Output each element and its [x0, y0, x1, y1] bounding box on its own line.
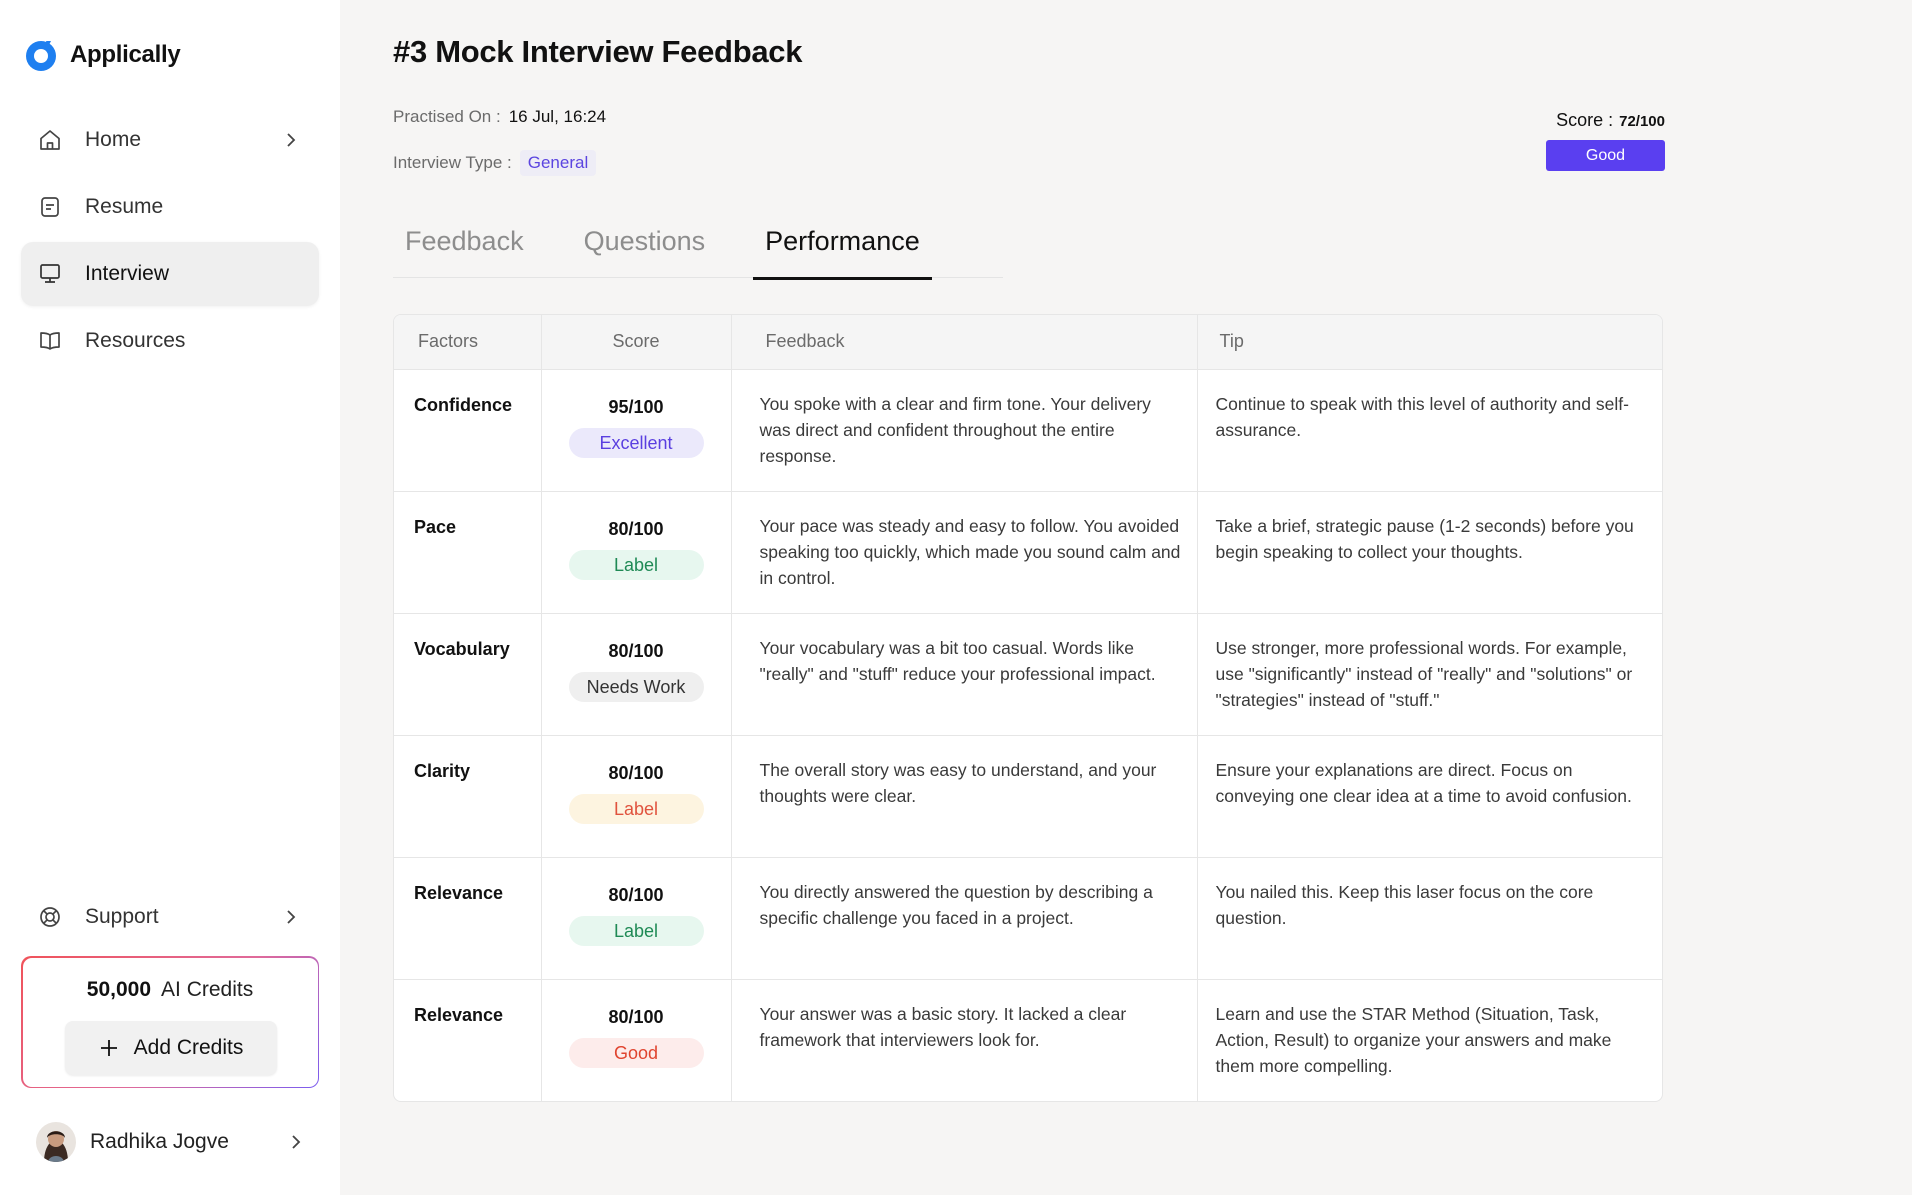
document-icon: [37, 194, 63, 220]
tab-questions[interactable]: Questions: [572, 226, 718, 278]
book-icon: [37, 328, 63, 354]
factor-cell: Clarity: [394, 735, 542, 858]
score-cell: 80/100 Label: [541, 491, 732, 614]
sidebar-item-resume[interactable]: Resume: [21, 175, 319, 239]
feedback-cell: You spoke with a clear and firm tone. Yo…: [731, 369, 1198, 492]
table-header-row: Factors Score Feedback Tip: [394, 315, 1662, 370]
plus-icon: [100, 1039, 117, 1056]
factor-cell: Confidence: [394, 369, 542, 492]
applically-logo-icon: [26, 41, 56, 71]
factor-score: 80/100: [608, 762, 664, 783]
factor-label-badge: Label: [568, 549, 704, 580]
tab-feedback[interactable]: Feedback: [393, 226, 536, 278]
sidebar-item-support[interactable]: Support: [21, 885, 319, 949]
main-content: #3 Mock Interview Feedback Practised On …: [340, 0, 1912, 1195]
tip-cell: Learn and use the STAR Method (Situation…: [1215, 1003, 1612, 1076]
interview-type-chip: General: [519, 150, 597, 176]
avatar: [36, 1122, 76, 1162]
table-row: Relevance 80/100 Good Your answer was a bas…: [394, 979, 1662, 1101]
factor-label-badge: Good: [568, 1037, 704, 1068]
table-row: Confidence 95/100 Excellent You spoke with …: [394, 369, 1662, 492]
overall-score: Score : 72/100 Good: [1546, 110, 1665, 171]
factor-cell: Pace: [394, 491, 542, 614]
factor-score: 80/100: [608, 518, 664, 539]
factor-label-badge: Excellent: [568, 427, 704, 458]
app-logo[interactable]: Applically: [24, 38, 181, 72]
factor-cell: Vocabulary: [394, 613, 542, 736]
tip-cell: Continue to speak with this level of aut…: [1197, 369, 1662, 492]
column-header-feedback: Feedback: [731, 315, 1198, 370]
monitor-icon: [37, 261, 63, 287]
factor-score: 95/100: [608, 396, 664, 417]
sidebar-nav: Home Resume Interview Resources: [21, 108, 319, 376]
sidebar: Applically Home Resume Interview Resourc…: [0, 0, 340, 1195]
credits-amount: 50,000: [86, 977, 152, 1001]
tip-cell: Use stronger, more professional words. F…: [1197, 613, 1662, 736]
add-credits-button[interactable]: Add Credits: [64, 1020, 277, 1075]
sidebar-item-label: Interview: [85, 262, 170, 285]
credits-label: AI Credits: [161, 977, 254, 1001]
sidebar-item-label: Resume: [85, 195, 164, 218]
score-label: Score :: [1556, 110, 1614, 130]
chevron-right-icon: [287, 133, 296, 147]
add-credits-label: Add Credits: [133, 1035, 244, 1059]
score-cell: 80/100 Good: [541, 979, 732, 1101]
sidebar-item-label: Home: [85, 128, 142, 151]
support-label: Support: [85, 905, 159, 928]
tip-cell: Take a brief, strategic pause (1-2 secon…: [1197, 491, 1662, 614]
sidebar-item-home[interactable]: Home: [21, 108, 319, 172]
home-icon: [37, 127, 63, 153]
score-cell: 95/100 Excellent: [541, 369, 732, 492]
feedback-cell: Your vocabulary was a bit too casual. Wo…: [731, 613, 1198, 736]
feedback-cell: Your answer was a basic story. It lacked…: [731, 979, 1198, 1101]
practised-on-value: 16 Jul, 16:24: [508, 107, 607, 126]
feedback-cell: The overall story was easy to understand…: [731, 735, 1198, 858]
table-row: Pace 80/100 Label Your pace was steady and …: [394, 491, 1662, 614]
tab-performance[interactable]: Performance: [753, 226, 932, 280]
score-cell: 80/100 Label: [541, 735, 732, 858]
factor-label-badge: Label: [568, 793, 704, 824]
factor-label-badge: Needs Work: [568, 671, 704, 702]
sidebar-item-resources[interactable]: Resources: [21, 309, 319, 373]
app-name: Applically: [70, 41, 181, 68]
factor-cell: Relevance: [394, 857, 542, 980]
feedback-cell: You directly answered the question by de…: [731, 857, 1198, 980]
table-row: Clarity 80/100 Label The overall story was …: [394, 735, 1662, 858]
interview-type-label: Interview Type :: [393, 153, 512, 172]
score-line: Score : 72/100: [1546, 110, 1665, 131]
score-badge: Good: [1546, 140, 1665, 171]
feedback-cell: Your pace was steady and easy to follow.…: [731, 491, 1198, 614]
page-title: #3 Mock Interview Feedback: [393, 34, 803, 69]
chevron-right-icon: [287, 910, 296, 924]
factor-label-badge: Label: [568, 915, 704, 946]
factor-score: 80/100: [608, 884, 664, 905]
factor-score: 80/100: [608, 640, 664, 661]
sidebar-item-label: Resources: [85, 329, 186, 352]
table-body: Confidence 95/100 Excellent You spoke with …: [394, 369, 1662, 1101]
score-cell: 80/100 Needs Work: [541, 613, 732, 736]
factor-cell: Relevance: [394, 979, 542, 1101]
score-value: 72/100: [1619, 113, 1665, 130]
column-header-score: Score: [541, 315, 732, 370]
column-header-factors: Factors: [394, 315, 542, 370]
performance-table: Factors Score Feedback Tip Confidence 95/…: [393, 314, 1663, 1102]
sidebar-item-interview[interactable]: Interview: [21, 242, 319, 306]
chevron-right-icon: [292, 1135, 301, 1149]
table-row: Vocabulary 80/100 Needs Work Your vocabular…: [394, 613, 1662, 736]
credits-summary: 50,000 AI Credits: [23, 978, 318, 1002]
tip-cell: You nailed this. Keep this laser focus o…: [1197, 857, 1662, 980]
practised-on-label: Practised On :: [393, 107, 501, 126]
factor-score: 80/100: [608, 1006, 664, 1027]
user-profile[interactable]: Radhika Jogve: [36, 1120, 306, 1164]
tip-cell: Ensure your explanations are direct. Foc…: [1197, 735, 1662, 858]
lifebuoy-icon: [37, 904, 63, 930]
tab-bar: Feedback Questions Performance: [393, 226, 1003, 280]
ai-credits-card: 50,000 AI Credits Add Credits: [21, 956, 319, 1088]
user-name: Radhika Jogve: [90, 1130, 229, 1153]
table-row: Relevance 80/100 Label You directly answere…: [394, 857, 1662, 980]
column-header-tip: Tip: [1197, 315, 1662, 370]
practised-on-row: Practised On : 16 Jul, 16:24: [393, 107, 606, 127]
score-cell: 80/100 Label: [541, 857, 732, 980]
interview-type-row: Interview Type : General: [393, 150, 597, 176]
